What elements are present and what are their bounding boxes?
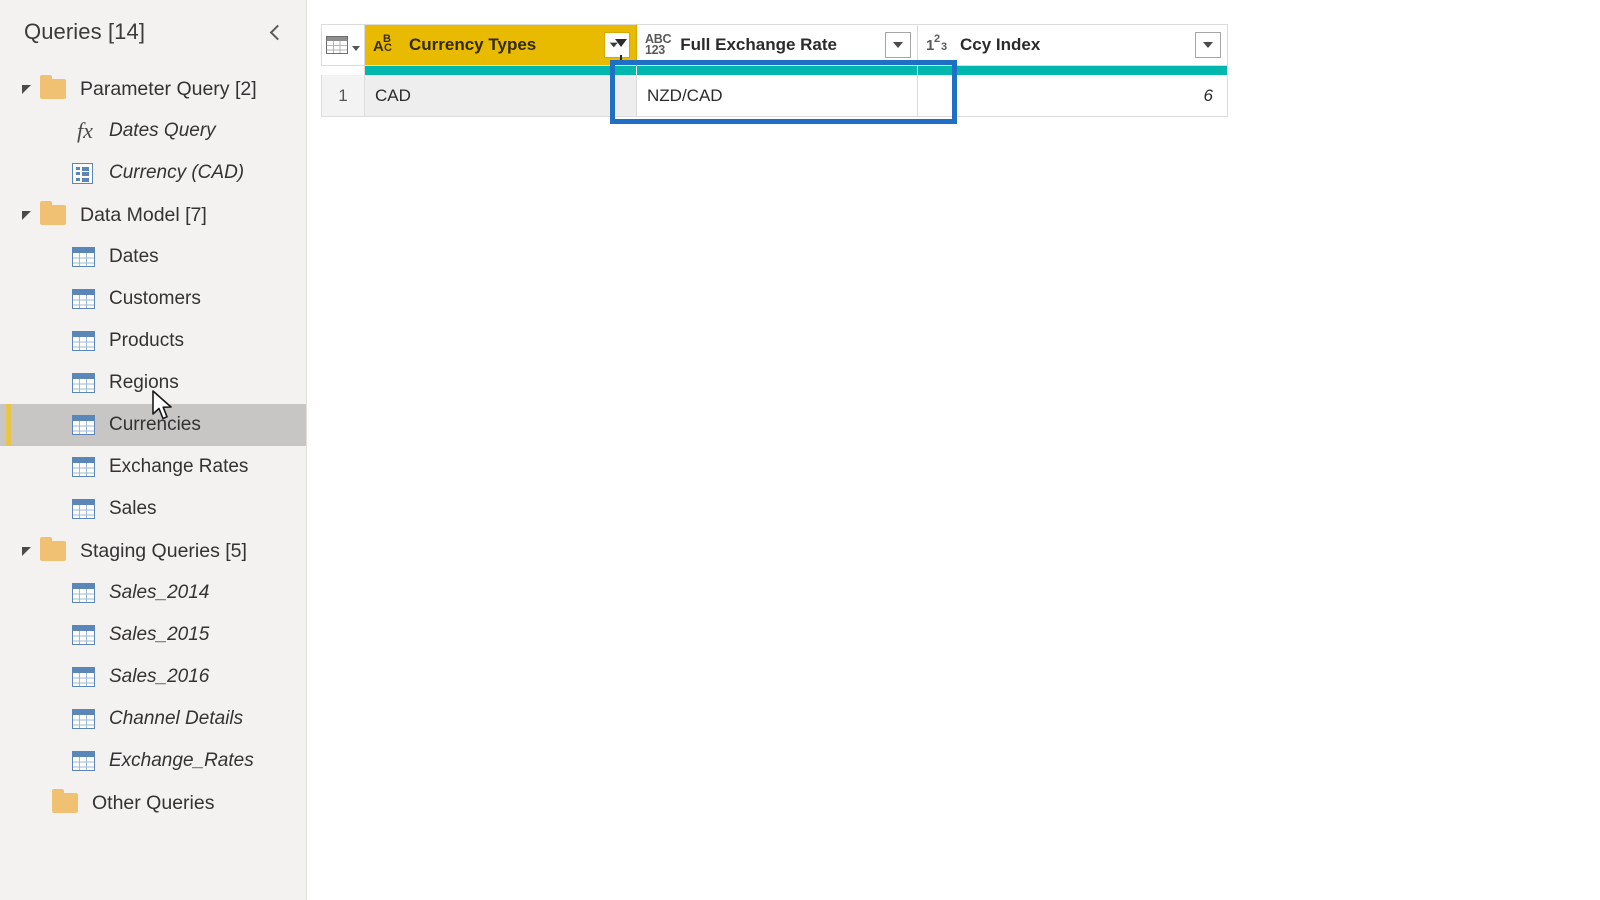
folder-icon — [52, 789, 78, 813]
column-filter-button[interactable] — [1195, 32, 1221, 58]
power-query-editor: Queries [14] Parameter Query [2] fx Dates … — [0, 0, 1600, 900]
quality-indicator-full-exchange-rate[interactable] — [637, 66, 918, 75]
table-icon — [72, 289, 95, 309]
column-filter-button[interactable] — [885, 32, 911, 58]
tree-item-currency-cad[interactable]: Currency (CAD) — [0, 152, 306, 194]
tree-item-label: Customers — [109, 288, 201, 309]
tree-item-products[interactable]: Products — [0, 320, 306, 362]
tree-group-other-queries[interactable]: Other Queries — [0, 782, 306, 824]
quality-indicator-currency-types[interactable] — [365, 66, 637, 75]
chevron-left-icon — [269, 24, 285, 40]
row-number: 1 — [321, 75, 365, 117]
expand-triangle-icon[interactable] — [22, 84, 31, 94]
data-preview-grid: A B C Currency Types ABC 123 Full Exchan… — [321, 24, 1229, 117]
tree-item-label: Dates Query — [109, 120, 216, 141]
tree-item-label: Currencies — [109, 414, 201, 435]
tree-item-label: Sales_2014 — [109, 582, 210, 603]
cell-ccy-index[interactable]: 6 — [918, 75, 1228, 117]
table-icon — [72, 373, 95, 393]
chevron-down-icon — [893, 42, 903, 48]
tree-group-data-model-7[interactable]: Data Model [7] — [0, 194, 306, 236]
tree-group-label: Other Queries — [92, 791, 215, 814]
tree-item-sales-2014[interactable]: Sales_2014 — [0, 572, 306, 614]
expand-triangle-icon[interactable] — [22, 546, 31, 556]
tree-item-sales-2015[interactable]: Sales_2015 — [0, 614, 306, 656]
type-glyph-123: 123 — [645, 43, 665, 57]
column-header-label: Ccy Index — [960, 35, 1041, 54]
table-icon — [72, 247, 95, 267]
text-type-icon: A B C — [373, 34, 400, 56]
cell-full-exchange-rate[interactable]: NZD/CAD — [637, 75, 918, 117]
select-all-table-icon — [326, 36, 348, 54]
collapse-pane-button[interactable] — [262, 19, 288, 45]
tree-group-label: Parameter Query [2] — [80, 77, 257, 100]
chevron-down-icon — [1203, 42, 1213, 48]
data-preview-area: A B C Currency Types ABC 123 Full Exchan… — [307, 0, 1600, 900]
tree-item-regions[interactable]: Regions — [0, 362, 306, 404]
column-header-currency-types[interactable]: A B C Currency Types — [365, 24, 637, 66]
funnel-icon — [615, 39, 627, 60]
parameter-icon — [72, 162, 93, 184]
quality-indicator-ccy-index[interactable] — [918, 66, 1228, 75]
tree-item-customers[interactable]: Customers — [0, 278, 306, 320]
column-quality-bar — [321, 66, 1229, 75]
tree-item-currencies[interactable]: Currencies — [0, 404, 306, 446]
tree-item-dates-query[interactable]: fx Dates Query — [0, 110, 306, 152]
tree-group-staging-queries-5[interactable]: Staging Queries [5] — [0, 530, 306, 572]
table-icon — [72, 457, 95, 477]
tree-item-label: Regions — [109, 372, 179, 393]
filter-applied-icon[interactable] — [604, 32, 630, 60]
tree-item-label: Channel Details — [109, 708, 244, 729]
expand-triangle-icon[interactable] — [22, 210, 31, 220]
tree-item-sales-2016[interactable]: Sales_2016 — [0, 656, 306, 698]
tree-item-label: Sales_2016 — [109, 666, 210, 687]
folder-icon — [40, 537, 66, 561]
tree-item-channel-details[interactable]: Channel Details — [0, 698, 306, 740]
folder-icon — [40, 75, 66, 99]
table-icon — [72, 709, 95, 729]
tree-item-sales[interactable]: Sales — [0, 488, 306, 530]
type-glyph-c: C — [384, 42, 392, 54]
tree-item-label: Exchange Rates — [109, 456, 249, 477]
tree-group-label: Staging Queries [5] — [80, 539, 247, 562]
type-glyph-3: 3 — [941, 41, 948, 53]
table-icon — [72, 415, 95, 435]
tree-group-label: Data Model [7] — [80, 203, 207, 226]
table-icon — [72, 499, 95, 519]
tree-item-label: Dates — [109, 246, 159, 267]
type-glyph-2: 2 — [934, 33, 941, 45]
whole-number-type-icon: 1 2 3 — [926, 33, 951, 55]
select-all-columns-button[interactable] — [321, 24, 365, 66]
table-icon — [72, 331, 95, 351]
grid-header-row: A B C Currency Types ABC 123 Full Exchan… — [321, 24, 1229, 66]
queries-pane-header: Queries [14] — [0, 0, 306, 48]
tree-item-exchange-rates[interactable]: Exchange Rates — [0, 446, 306, 488]
column-header-label: Currency Types — [409, 35, 537, 54]
table-icon — [72, 667, 95, 687]
chevron-down-icon — [352, 46, 360, 51]
tree-item-label: Products — [109, 330, 184, 351]
queries-tree: Parameter Query [2] fx Dates Query Currency… — [0, 68, 306, 824]
column-header-full-exchange-rate[interactable]: ABC 123 Full Exchange Rate — [637, 24, 918, 66]
tree-item-exchange-rates[interactable]: Exchange_Rates — [0, 740, 306, 782]
table-row[interactable]: 1 CAD NZD/CAD 6 — [321, 75, 1229, 117]
column-header-ccy-index[interactable]: 1 2 3 Ccy Index — [918, 24, 1228, 66]
tree-item-label: Sales_2015 — [109, 624, 210, 645]
tree-group-parameter-query-2[interactable]: Parameter Query [2] — [0, 68, 306, 110]
fx-icon: fx — [77, 118, 93, 143]
folder-icon — [40, 201, 66, 225]
queries-pane-title: Queries [14] — [24, 19, 146, 44]
table-icon — [72, 583, 95, 603]
any-type-icon: ABC 123 — [645, 33, 671, 57]
column-header-label: Full Exchange Rate — [680, 35, 838, 54]
table-icon — [72, 625, 95, 645]
tree-item-label: Currency (CAD) — [109, 162, 245, 183]
tree-item-label: Sales — [109, 498, 157, 519]
cell-currency-types[interactable]: CAD — [365, 75, 637, 117]
quality-spacer — [321, 66, 365, 75]
tree-item-label: Exchange_Rates — [109, 750, 254, 771]
tree-item-dates[interactable]: Dates — [0, 236, 306, 278]
table-icon — [72, 751, 95, 771]
queries-pane: Queries [14] Parameter Query [2] fx Dates … — [0, 0, 307, 900]
